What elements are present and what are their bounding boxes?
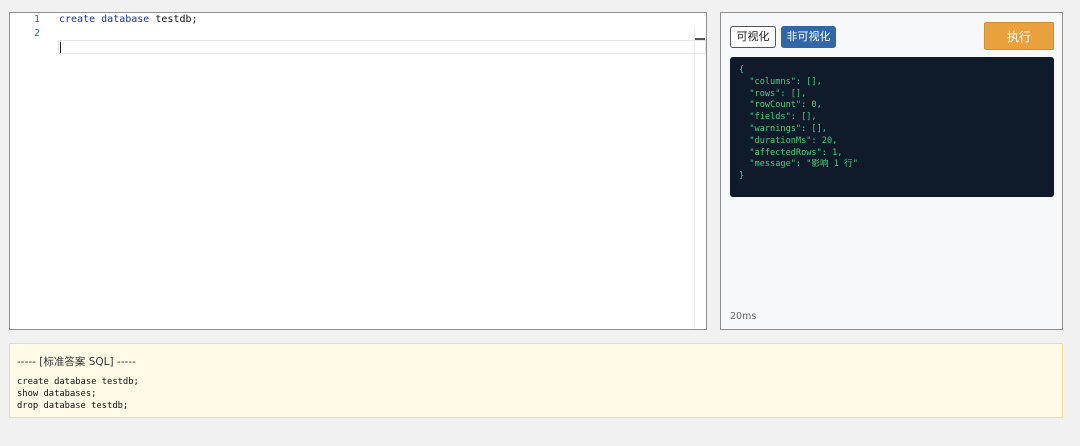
code-identifier: testdb; [155, 14, 198, 25]
active-line-highlight [58, 40, 706, 54]
keyword-create: create [59, 14, 96, 25]
json-line: "message": "影响 1 行" [739, 159, 858, 170]
line-number-gutter: 1 2 [10, 13, 58, 329]
answer-sql-line: drop database testdb; [17, 401, 129, 411]
line-number-2: 2 [33, 28, 40, 39]
nonvisual-mode-button[interactable]: 非可视化 [781, 26, 836, 48]
json-line: "durationMs": 20, [739, 135, 838, 146]
answer-sql-line: show databases; [17, 389, 97, 399]
json-line: } [739, 171, 745, 182]
answer-header: ----- [标准答案 SQL] ----- [17, 356, 136, 368]
text-cursor [60, 42, 61, 53]
json-line: "fields": [], [739, 112, 817, 123]
json-line: { [739, 65, 745, 75]
answer-sql-line: create database testdb; [17, 377, 139, 387]
sql-editor[interactable]: 1 2 create database testdb; [9, 12, 707, 330]
json-line: "columns": [], [739, 76, 822, 87]
json-line: "warnings": [], [739, 123, 827, 134]
code-line-1[interactable]: create database testdb; [59, 13, 198, 27]
standard-answer-panel: ----- [标准答案 SQL] ----- create database t… [9, 343, 1063, 418]
result-panel: 可视化 非可视化 执行 { "columns": [], "rows": [],… [720, 12, 1063, 330]
execute-button[interactable]: 执行 [984, 22, 1054, 50]
json-line: "rowCount": 0, [739, 100, 822, 111]
json-result-output: { "columns": [], "rows": [], "rowCount":… [730, 57, 1054, 197]
query-duration: 20ms [730, 311, 757, 322]
scroll-position-marker[interactable] [695, 38, 705, 40]
visual-mode-button[interactable]: 可视化 [730, 26, 776, 48]
json-line: "affectedRows": 1, [739, 147, 843, 158]
line-number-1: 1 [33, 14, 40, 25]
keyword-database: database [101, 14, 150, 25]
json-line: "rows": [], [739, 88, 807, 99]
editor-scrollbar-track[interactable] [694, 27, 695, 329]
